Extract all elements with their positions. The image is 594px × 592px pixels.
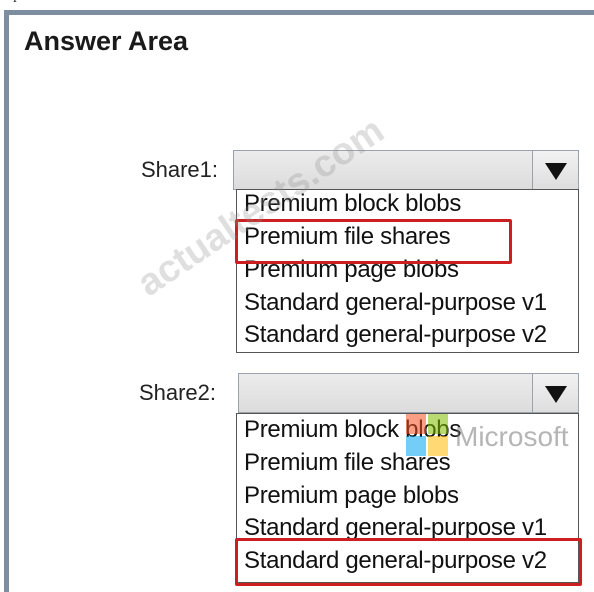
share2-label: Share2:	[138, 380, 216, 405]
share1-dropdown-toggle[interactable]	[532, 151, 578, 189]
share1-option[interactable]: Standard general-purpose v1	[244, 289, 547, 317]
share1-selected-value[interactable]	[234, 151, 532, 189]
share1-option-list: Premium block blobs Premium file shares …	[236, 189, 579, 353]
share1-selection-highlight	[235, 219, 512, 264]
share2-selection-highlight	[235, 538, 582, 586]
share1-option[interactable]: Premium block blobs	[244, 190, 461, 218]
share1-option[interactable]: Standard general-purpose v2	[244, 321, 547, 349]
share2-dropdown-toggle[interactable]	[532, 374, 578, 412]
share2-option[interactable]: Premium block blobs	[244, 416, 461, 444]
chevron-down-icon	[545, 386, 567, 403]
clipped-header-text: explanation	[0, 0, 594, 2]
share2-option[interactable]: Premium page blobs	[244, 482, 459, 510]
answer-area-title: Answer Area	[24, 26, 189, 56]
share2-option[interactable]: Premium file shares	[244, 449, 451, 477]
share1-label: Share1:	[140, 157, 218, 182]
chevron-down-icon	[545, 163, 567, 180]
share2-selected-value[interactable]	[239, 374, 532, 412]
share2-dropdown[interactable]	[238, 373, 579, 413]
share1-dropdown[interactable]	[233, 150, 579, 190]
